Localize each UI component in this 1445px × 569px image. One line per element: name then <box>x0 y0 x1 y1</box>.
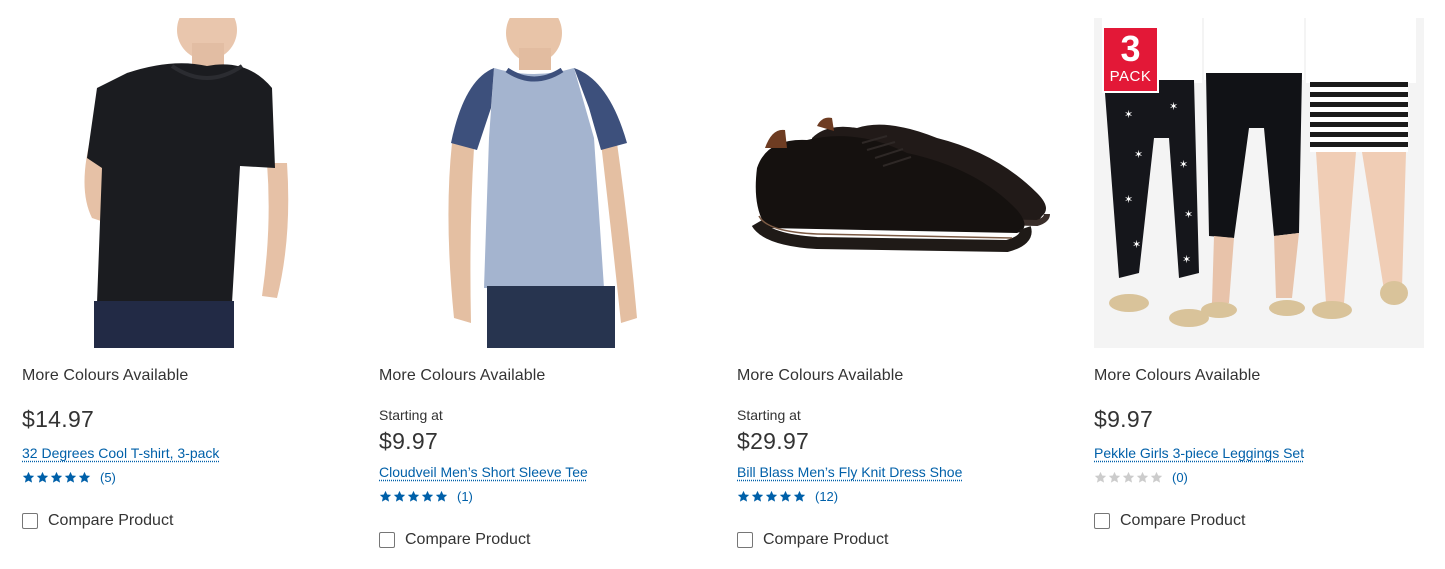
compare-checkbox[interactable] <box>1094 513 1110 529</box>
compare-label: Compare Product <box>763 531 889 548</box>
dress-shoe-image <box>751 117 1050 253</box>
star-filled-icon <box>737 490 750 502</box>
product-image[interactable] <box>22 18 352 348</box>
product-card: More Colours Available Starting at $29.9… <box>737 0 1077 569</box>
review-count: (1) <box>457 489 473 504</box>
price: $29.97 <box>737 428 810 454</box>
star-filled-icon <box>421 490 434 502</box>
compare-label: Compare Product <box>48 512 174 529</box>
star-filled-icon <box>407 490 420 502</box>
svg-text:✶: ✶ <box>1124 193 1133 206</box>
compare-product[interactable]: Compare Product <box>22 512 173 530</box>
tshirt-image <box>84 18 289 348</box>
compare-product[interactable]: Compare Product <box>737 531 888 549</box>
svg-text:✶: ✶ <box>1132 238 1141 251</box>
review-count: (12) <box>815 489 839 504</box>
star-empty-icon <box>1136 471 1149 483</box>
product-image[interactable] <box>737 18 1067 348</box>
star-filled-icon <box>793 490 806 502</box>
star-rating <box>22 471 92 484</box>
compare-label: Compare Product <box>405 531 531 548</box>
compare-product[interactable]: Compare Product <box>1094 512 1245 530</box>
svg-text:✶: ✶ <box>1182 253 1191 266</box>
compare-checkbox[interactable] <box>737 532 753 548</box>
compare-label: Compare Product <box>1120 512 1246 529</box>
price: $9.97 <box>379 428 439 454</box>
compare-checkbox[interactable] <box>379 532 395 548</box>
price: $9.97 <box>1094 406 1154 432</box>
pack-badge-text: PACK <box>1109 68 1152 85</box>
availability-text: More Colours Available <box>1094 367 1261 384</box>
rating[interactable]: (0) <box>1094 470 1188 485</box>
pack-badge-number: 3 <box>1120 28 1141 69</box>
product-card: More Colours Available Starting at $9.97… <box>379 0 719 569</box>
star-filled-icon <box>751 490 764 502</box>
rating[interactable]: (5) <box>22 470 116 485</box>
pack-badge: 3 PACK <box>1102 26 1159 93</box>
price: $14.97 <box>22 406 95 432</box>
star-rating <box>379 490 449 503</box>
star-filled-icon <box>393 490 406 502</box>
star-rating <box>737 490 807 503</box>
star-filled-icon <box>50 471 63 483</box>
product-title-link[interactable]: 32 Degrees Cool T-shirt, 3-pack <box>22 445 219 461</box>
product-title-link[interactable]: Pekkle Girls 3-piece Leggings Set <box>1094 445 1304 461</box>
review-count: (5) <box>100 470 116 485</box>
star-filled-icon <box>36 471 49 483</box>
availability-text: More Colours Available <box>379 367 546 384</box>
star-rating <box>1094 471 1164 484</box>
star-filled-icon <box>765 490 778 502</box>
star-filled-icon <box>779 490 792 502</box>
svg-text:✶: ✶ <box>1169 100 1178 113</box>
compare-product[interactable]: Compare Product <box>379 531 530 549</box>
svg-text:✶: ✶ <box>1134 148 1143 161</box>
rating[interactable]: (12) <box>737 489 838 504</box>
raglan-tee-image <box>448 18 637 348</box>
star-filled-icon <box>22 471 35 483</box>
star-filled-icon <box>64 471 77 483</box>
product-title-link[interactable]: Bill Blass Men’s Fly Knit Dress Shoe <box>737 464 962 480</box>
product-card: More Colours Available $14.97 32 Degrees… <box>22 0 362 569</box>
product-image[interactable]: ✶ ✶ ✶ ✶ ✶ ✶ ✶ ✶ 3 PACK <box>1094 18 1424 348</box>
product-title-link[interactable]: Cloudveil Men’s Short Sleeve Tee <box>379 464 588 480</box>
availability-text: More Colours Available <box>737 367 904 384</box>
product-card: ✶ ✶ ✶ ✶ ✶ ✶ ✶ ✶ 3 PACK More Colours Avai… <box>1094 0 1434 569</box>
rating[interactable]: (1) <box>379 489 473 504</box>
product-image[interactable] <box>379 18 709 348</box>
svg-text:✶: ✶ <box>1179 158 1188 171</box>
review-count: (0) <box>1172 470 1188 485</box>
svg-text:✶: ✶ <box>1124 108 1133 121</box>
star-empty-icon <box>1150 471 1163 483</box>
star-empty-icon <box>1122 471 1135 483</box>
starting-at-label: Starting at <box>379 407 443 423</box>
star-empty-icon <box>1094 471 1107 483</box>
star-empty-icon <box>1108 471 1121 483</box>
star-filled-icon <box>379 490 392 502</box>
starting-at-label: Starting at <box>737 407 801 423</box>
star-filled-icon <box>435 490 448 502</box>
compare-checkbox[interactable] <box>22 513 38 529</box>
availability-text: More Colours Available <box>22 367 189 384</box>
star-filled-icon <box>78 471 91 483</box>
svg-text:✶: ✶ <box>1184 208 1193 221</box>
